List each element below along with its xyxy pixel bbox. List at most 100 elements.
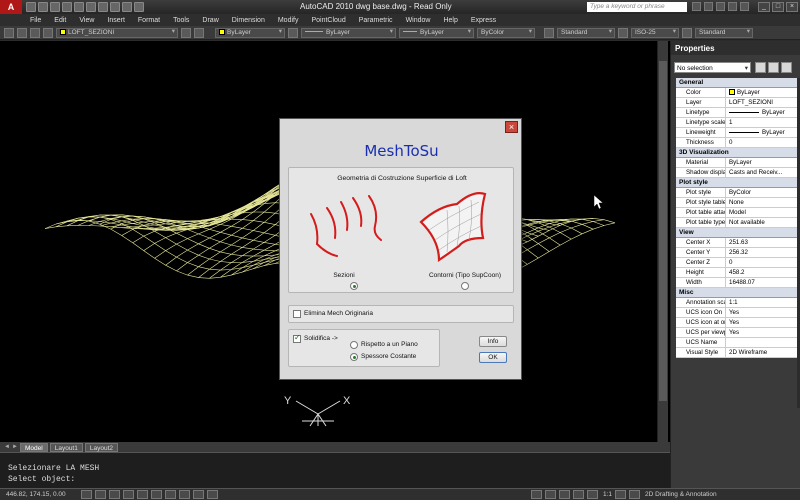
property-value[interactable]: ByLayer (726, 158, 797, 167)
menu-parametric[interactable]: Parametric (359, 17, 393, 24)
text-style-icon[interactable] (544, 27, 554, 38)
search-icon[interactable] (692, 2, 701, 11)
sections-illustration[interactable] (310, 195, 382, 257)
undo-icon[interactable] (62, 2, 72, 12)
quick-view-icon[interactable] (545, 490, 556, 499)
linetype-select[interactable]: ByLayer (301, 27, 396, 38)
ortho-icon[interactable] (109, 490, 120, 499)
property-value[interactable]: 2D Wireframe (726, 348, 797, 357)
dim-style-icon[interactable] (618, 27, 628, 38)
elimina-checkbox[interactable] (293, 310, 301, 318)
property-value[interactable]: Yes (726, 308, 797, 317)
tab-model[interactable]: Model (20, 442, 48, 452)
sezioni-radio[interactable] (350, 282, 358, 290)
property-value[interactable]: 256.32 (726, 248, 797, 257)
layer-select[interactable]: LOFT_SEZIONI (56, 27, 178, 38)
menu-view[interactable]: View (79, 17, 94, 24)
property-row[interactable]: Width 16488.07 (676, 278, 797, 288)
menu-format[interactable]: Format (138, 17, 160, 24)
lineweight-select[interactable]: ByLayer (399, 27, 474, 38)
annotation-scale-icon[interactable] (587, 490, 598, 499)
ok-button[interactable]: OK (479, 352, 507, 363)
property-value[interactable]: ByLayer (726, 108, 797, 117)
workspace-switch[interactable]: 2D Drafting & Annotation (645, 491, 717, 498)
property-row[interactable]: Height 458.2 (676, 268, 797, 278)
property-value[interactable]: Casts and Receiv... (726, 168, 797, 177)
property-row[interactable]: Layer LOFT_SEZIONI (676, 98, 797, 108)
property-row[interactable]: Lineweight ByLayer (676, 128, 797, 138)
print-icon[interactable] (86, 2, 96, 12)
otrack-icon[interactable] (151, 490, 162, 499)
contours-illustration[interactable] (419, 192, 487, 263)
vertical-scrollbar[interactable] (657, 41, 668, 442)
menu-edit[interactable]: Edit (54, 17, 66, 24)
pan-icon[interactable] (110, 2, 120, 12)
property-row[interactable]: Annotation scale1:1 (676, 298, 797, 308)
property-value[interactable]: 0 (726, 258, 797, 267)
menu-window[interactable]: Window (406, 17, 431, 24)
dialog-close-button[interactable]: × (505, 121, 518, 133)
property-row[interactable]: Plot style table None (676, 198, 797, 208)
redo-icon[interactable] (74, 2, 84, 12)
property-category[interactable]: Misc (676, 288, 797, 298)
property-row[interactable]: UCS icon On Yes (676, 308, 797, 318)
table-style-select[interactable]: Standard (695, 27, 753, 38)
dyn-icon[interactable] (179, 490, 190, 499)
workspace-icon[interactable] (629, 490, 641, 499)
property-row[interactable]: Plot table attac...Model (676, 208, 797, 218)
property-row[interactable]: Color ByLayer (676, 88, 797, 98)
property-row[interactable]: Linetype ByLayer (676, 108, 797, 118)
table-style-icon[interactable] (682, 27, 692, 38)
property-value[interactable]: Yes (726, 328, 797, 337)
property-value[interactable]: None (726, 198, 797, 207)
menu-tools[interactable]: Tools (173, 17, 189, 24)
toggle-pickadd-icon[interactable] (755, 62, 766, 73)
property-row[interactable]: UCS icon at originYes (676, 318, 797, 328)
spessore-costante-radio[interactable] (350, 353, 358, 361)
text-style-select[interactable]: Standard (557, 27, 615, 38)
property-row[interactable]: Center X 251.63 (676, 238, 797, 248)
menu-help[interactable]: Help (443, 17, 457, 24)
favorites-star-icon[interactable] (728, 2, 737, 11)
model-space-icon[interactable] (531, 490, 542, 499)
property-value[interactable]: 0 (726, 138, 797, 147)
menu-dimension[interactable]: Dimension (232, 17, 265, 24)
solidifica-checkbox[interactable] (293, 333, 301, 343)
property-value[interactable]: 16488.07 (726, 278, 797, 287)
select-objects-icon[interactable] (768, 62, 779, 73)
autocad-logo-icon[interactable]: A (0, 0, 22, 14)
property-value[interactable]: ByLayer (726, 128, 797, 137)
zoom-status-icon[interactable] (573, 490, 584, 499)
rispetto-piano-radio[interactable] (350, 341, 358, 349)
property-row[interactable]: Center Z0 (676, 258, 797, 268)
property-row[interactable]: Plot table type Not available (676, 218, 797, 228)
menu-file[interactable]: File (30, 17, 41, 24)
property-value[interactable]: 458.2 (726, 268, 797, 277)
dim-style-select[interactable]: ISO-25 (631, 27, 679, 38)
property-row[interactable]: Plot style ByColor (676, 188, 797, 198)
property-value[interactable]: Yes (726, 318, 797, 327)
menu-draw[interactable]: Draw (202, 17, 218, 24)
osnap-icon[interactable] (137, 490, 148, 499)
grid-icon[interactable] (95, 490, 106, 499)
property-value[interactable] (726, 338, 797, 347)
make-current-icon[interactable] (181, 27, 191, 38)
property-row[interactable]: Center Y 256.32 (676, 248, 797, 258)
property-value[interactable]: Model (726, 208, 797, 217)
layer-state-icon[interactable] (17, 27, 27, 38)
property-value[interactable]: Not available (726, 218, 797, 227)
tab-layout1[interactable]: Layout1 (49, 442, 83, 452)
command-line[interactable]: Selezionare LA MESH Select object: (0, 452, 670, 488)
menu-pointcloud[interactable]: PointCloud (311, 17, 345, 24)
layer-previous-icon[interactable] (194, 27, 204, 38)
zoom-icon[interactable] (98, 2, 108, 12)
property-value[interactable]: ByColor (726, 188, 797, 197)
property-row[interactable]: Thickness 0 (676, 138, 797, 148)
search-input[interactable]: Type a keyword or phrase (587, 2, 687, 12)
layer-icon[interactable] (134, 2, 144, 12)
polar-icon[interactable] (123, 490, 134, 499)
selection-select[interactable]: No selection (674, 62, 751, 74)
property-category[interactable]: Plot style (676, 178, 797, 188)
tab-first-arrow-icon[interactable]: ◄ (4, 444, 10, 450)
menu-express[interactable]: Express (471, 17, 496, 24)
